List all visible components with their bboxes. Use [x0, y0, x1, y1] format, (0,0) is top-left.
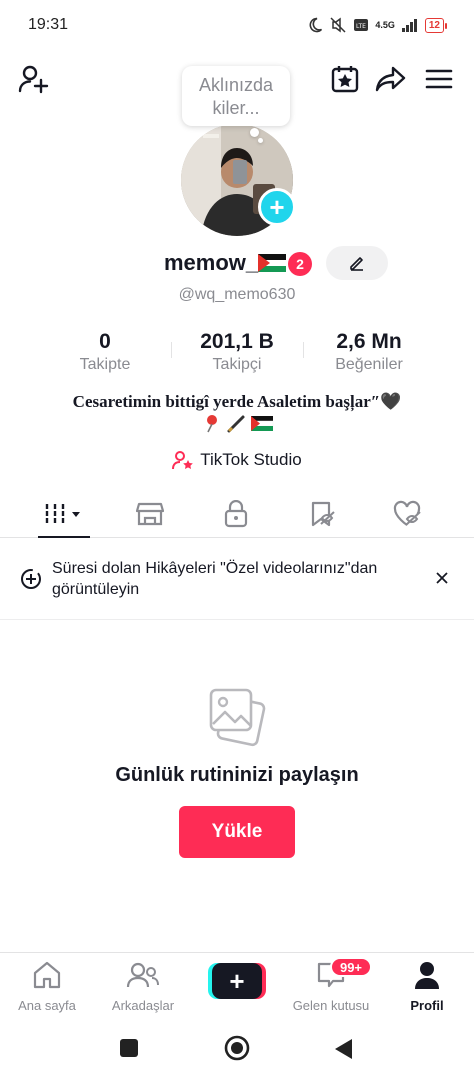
upload-button[interactable]: Yükle [179, 806, 295, 858]
menu-icon[interactable] [422, 62, 456, 96]
banner-text: Süresi dolan Hikâyeleri "Özel videoların… [52, 560, 378, 598]
add-story-button[interactable]: + [258, 188, 296, 226]
tab-private[interactable] [206, 494, 266, 534]
stat-label: Beğeniler [335, 356, 403, 373]
edit-profile-button[interactable] [326, 246, 388, 280]
studio-user-icon [172, 451, 194, 470]
inbox-badge: 99+ [330, 957, 372, 977]
friends-icon [126, 962, 159, 988]
share-icon[interactable] [374, 62, 408, 96]
stat-value: 2,6 Mn [336, 330, 402, 353]
palestine-flag-icon [250, 416, 274, 431]
studio-label: TikTok Studio [200, 450, 302, 469]
stat-value: 201,1 B [200, 330, 274, 353]
stats-row: 0 Takipte 201,1 B Takipçi 2,6 Mn Beğenil… [0, 330, 474, 378]
nav-label: Profil [410, 998, 444, 1013]
svg-text:LTE: LTE [356, 23, 366, 30]
user-handle: @wq_memo630 [178, 286, 296, 303]
profile-icon [415, 962, 439, 989]
expired-stories-banner[interactable]: Süresi dolan Hikâyeleri "Özel videoların… [0, 540, 474, 620]
lock-icon [224, 500, 248, 528]
back-icon[interactable] [334, 1038, 354, 1060]
close-icon[interactable] [432, 568, 452, 588]
status-time: 19:31 [28, 16, 69, 33]
status-bar: 19:31 LTE 4.5G 12 [0, 0, 474, 50]
username: memow_ [164, 250, 259, 275]
nav-label: Gelen kutusu [292, 998, 370, 1013]
pen-icon [227, 415, 245, 433]
mute-icon [330, 17, 346, 33]
add-friend-icon[interactable] [16, 62, 50, 96]
tab-shop[interactable] [120, 494, 180, 534]
network-type: 4.5G [375, 20, 395, 30]
stat-likes[interactable]: 2,6 Mn Beğeniler [304, 330, 434, 374]
nav-label: Ana sayfa [18, 998, 76, 1013]
bottom-nav: Ana sayfa Arkadaşlar + Gelen kutusu 99+ … [0, 952, 474, 1016]
tiktok-studio-link[interactable]: TikTok Studio [0, 448, 474, 472]
notification-badge[interactable]: 2 [288, 252, 312, 276]
pencil-icon [350, 257, 363, 271]
home-button-icon[interactable] [224, 1035, 250, 1061]
volte-icon: LTE [354, 19, 369, 31]
nav-friends[interactable]: Arkadaşlar [98, 961, 188, 1013]
recents-icon[interactable] [119, 1038, 139, 1058]
tab-favorites[interactable] [292, 494, 352, 534]
shop-icon [136, 502, 164, 526]
nav-profile[interactable]: Profil [382, 961, 472, 1013]
battery-icon: 12 [424, 17, 448, 33]
moon-icon [309, 17, 323, 33]
stat-followers[interactable]: 201,1 B Takipçi [172, 330, 302, 374]
name-row: memow_ 2 [0, 246, 474, 282]
bookmark-hidden-icon [311, 501, 335, 527]
heart-hidden-icon [393, 500, 421, 526]
create-button[interactable]: + [208, 963, 266, 999]
system-nav-bar [0, 1018, 474, 1080]
battery-level: 12 [428, 19, 440, 31]
nav-label: Arkadaşlar [111, 998, 175, 1013]
grid-icon [45, 504, 80, 524]
note-bubble-text: Aklınızda kiler... [198, 75, 274, 118]
bio-emoji-icons [207, 415, 274, 433]
tab-liked[interactable] [378, 494, 438, 534]
stat-following[interactable]: 0 Takipte [40, 330, 170, 374]
nav-home[interactable]: Ana sayfa [2, 961, 92, 1013]
stat-label: Takipçi [212, 356, 262, 373]
stat-label: Takipte [79, 356, 131, 373]
story-add-icon [21, 569, 41, 589]
status-icons: LTE 4.5G 12 [307, 17, 448, 33]
home-icon [33, 961, 61, 989]
stat-value: 0 [99, 330, 111, 353]
empty-state-title: Günlük rutininizi paylaşın [115, 764, 359, 786]
signal-icon [401, 19, 417, 32]
plus-icon: + [212, 963, 262, 999]
pin-icon [207, 415, 217, 433]
photo-stack-icon [209, 688, 266, 747]
note-bubble[interactable]: Aklınızda kiler... [182, 66, 290, 126]
palestine-flag-icon [258, 254, 286, 272]
active-tab-indicator [38, 536, 90, 538]
profile-tabs [0, 490, 474, 538]
calendar-star-icon[interactable] [328, 62, 362, 96]
profile-bio: Cesaretimin bittigî yerde Asaletim başļa… [72, 392, 402, 411]
tab-videos[interactable] [34, 494, 94, 534]
